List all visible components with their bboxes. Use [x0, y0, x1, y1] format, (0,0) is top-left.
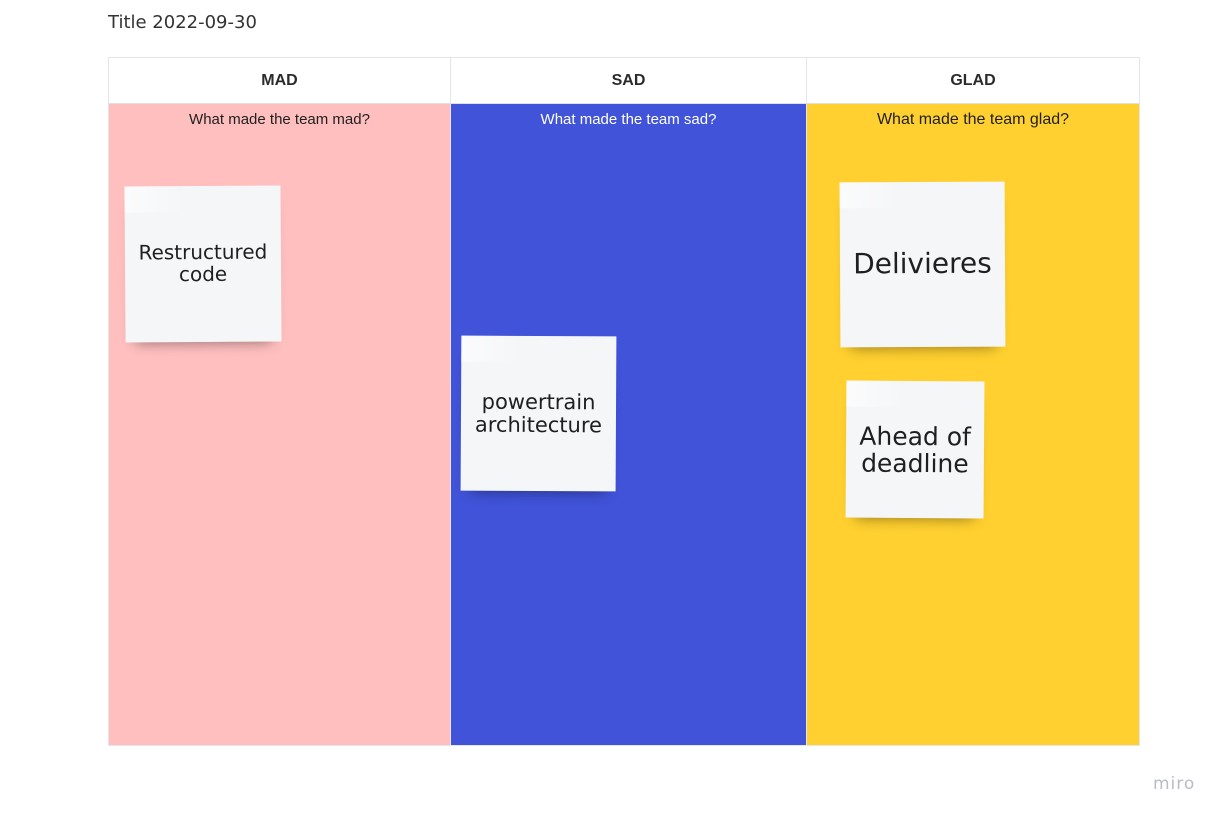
column-mad[interactable]: What made the team mad? Restructured cod…: [109, 104, 450, 745]
sticky-note-ahead-of-deadline[interactable]: Ahead of deadline: [845, 380, 985, 519]
column-sad[interactable]: What made the team sad? powertrain archi…: [450, 104, 806, 745]
sticky-note-delivieres[interactable]: Delivieres: [839, 181, 1006, 348]
sticky-note-text: Restructured code: [138, 239, 268, 287]
retrospective-frame: MAD SAD GLAD What made the team mad? Res…: [108, 57, 1140, 746]
sticky-note-powertrain-architecture[interactable]: powertrain architecture: [460, 335, 617, 492]
column-prompt-sad: What made the team sad?: [540, 111, 717, 128]
column-header-mad[interactable]: MAD: [109, 58, 450, 103]
header-row: MAD SAD GLAD: [109, 58, 1139, 104]
column-header-sad[interactable]: SAD: [450, 58, 806, 103]
sticky-note-restructured-code[interactable]: Restructured code: [124, 185, 282, 343]
column-prompt-glad: What made the team glad?: [876, 111, 1070, 128]
sticky-note-text: Ahead of deadline: [859, 421, 971, 478]
board-title: Title 2022-09-30: [108, 12, 257, 33]
miro-logo: miro: [1153, 774, 1196, 794]
sticky-note-text: powertrain architecture: [474, 389, 603, 437]
column-prompt-mad: What made the team mad?: [189, 111, 370, 128]
column-header-glad[interactable]: GLAD: [806, 58, 1139, 103]
column-glad[interactable]: What made the team glad? Delivieres Ahea…: [806, 104, 1139, 745]
sticky-note-text: Delivieres: [853, 247, 992, 281]
